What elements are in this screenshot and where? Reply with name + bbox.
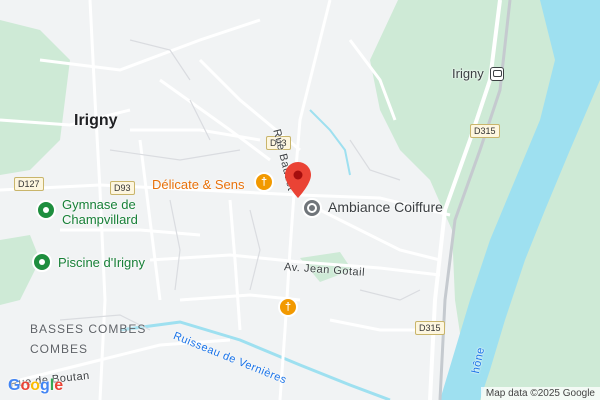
poi-restaurant-label[interactable]: Délicate & Sens [152, 177, 245, 192]
district-combes: COMBES [30, 342, 89, 356]
park-icon[interactable] [36, 200, 56, 220]
restaurant-icon[interactable]: † [254, 172, 274, 192]
pin-marker-icon[interactable] [285, 162, 311, 198]
station-label: Irigny [452, 66, 484, 81]
poi-gymnase[interactable]: Gymnase de Champvillard [62, 197, 138, 227]
poi-salon-label[interactable]: Ambiance Coiffure [328, 199, 443, 215]
salon-icon[interactable] [302, 198, 322, 218]
route-shield-d315-north: D315 [470, 124, 500, 138]
train-icon[interactable] [490, 67, 504, 81]
route-shield-d315-south: D315 [415, 321, 445, 335]
map-view[interactable]: D93 D93 D127 D315 D315 Irigny Irigny Rue… [0, 0, 600, 400]
park-area-west [0, 20, 70, 175]
poi-piscine[interactable]: Piscine d'Irigny [58, 255, 145, 270]
route-shield-d127: D127 [14, 177, 44, 191]
district-basses-combes: BASSES COMBES [30, 322, 147, 336]
stream-line-2 [309, 109, 351, 176]
poi-gymnase-line1: Gymnase de [62, 197, 136, 212]
route-shield-d93-west: D93 [110, 181, 135, 195]
park-area-west-2 [0, 235, 40, 305]
park-icon[interactable] [32, 252, 52, 272]
google-logo: Google [8, 377, 64, 394]
poi-gymnase-line2: Champvillard [62, 212, 138, 227]
map-attribution[interactable]: Map data ©2025 Google [480, 387, 600, 400]
restaurant-icon[interactable]: † [278, 297, 298, 317]
town-label: Irigny [74, 112, 118, 129]
